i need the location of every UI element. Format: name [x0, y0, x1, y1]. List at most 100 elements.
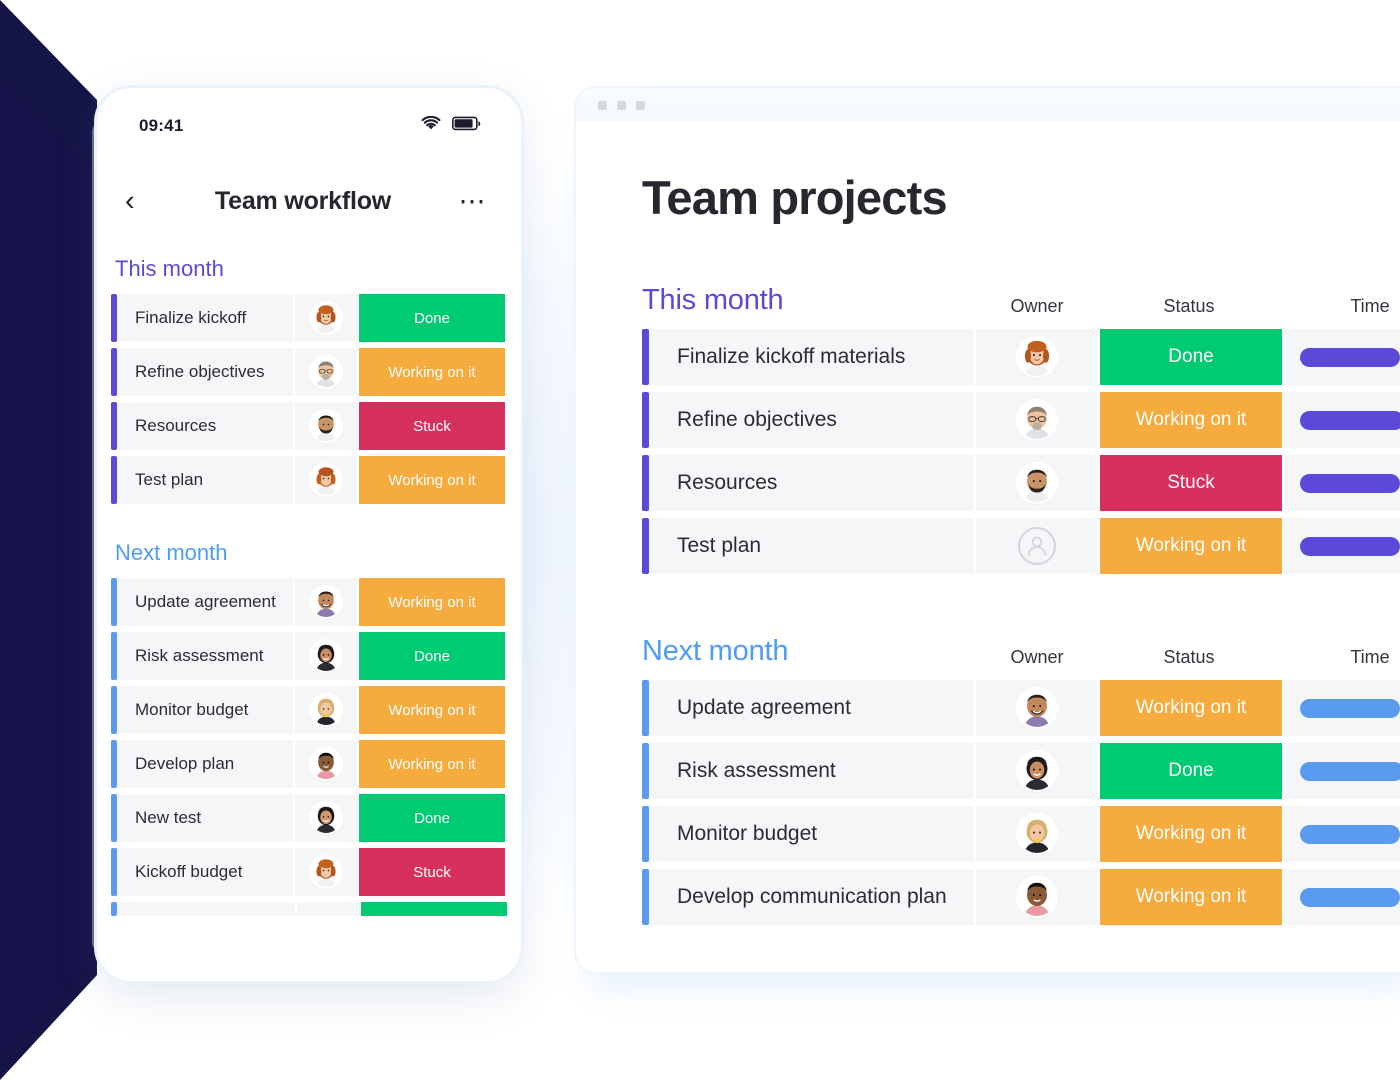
phone-status-bar: 09:41 [97, 88, 521, 164]
window-dot[interactable] [636, 100, 645, 110]
timeline-cell[interactable] [1282, 329, 1400, 385]
status-badge[interactable]: Done [1100, 743, 1282, 799]
owner-cell[interactable] [976, 329, 1100, 385]
task-name: Update agreement [649, 680, 976, 736]
timeline-cell[interactable] [1282, 743, 1400, 799]
table-row[interactable]: Monitor budget Working on it [642, 806, 1400, 862]
timeline-cell[interactable] [1282, 869, 1400, 925]
status-badge[interactable]: Working on it [359, 456, 505, 504]
avatar-man-pink-shirt [1018, 878, 1056, 916]
avatar-woman-dark-hair [1018, 752, 1056, 790]
table-row[interactable]: Refine objectives Working on it [642, 392, 1400, 448]
column-header-status: Status [1163, 647, 1215, 667]
list-item[interactable]: Resources Stuck [97, 402, 521, 450]
status-badge [361, 902, 507, 916]
avatar-woman-blonde [1018, 815, 1056, 853]
timeline-bar [1300, 698, 1400, 718]
list-item[interactable]: Update agreement Working on it [97, 578, 521, 626]
status-badge[interactable]: Done [359, 632, 505, 680]
group-title-next-month: Next month [642, 635, 789, 667]
status-badge[interactable]: Working on it [1100, 806, 1282, 862]
owner-cell[interactable] [295, 294, 359, 342]
list-item[interactable]: Monitor budget Working on it [97, 686, 521, 734]
column-header-time: Time [1350, 296, 1390, 316]
phone-section-title-next-month: Next month [115, 540, 228, 565]
task-name: Test plan [649, 518, 976, 574]
task-name: Finalize kickoff materials [649, 329, 976, 385]
task-name: Update agreement [117, 578, 295, 626]
task-name: Monitor budget [649, 806, 976, 862]
owner-cell[interactable] [976, 806, 1100, 862]
owner-cell[interactable] [976, 392, 1100, 448]
list-item[interactable]: Kickoff budget Stuck [97, 848, 521, 896]
status-badge[interactable]: Working on it [359, 686, 505, 734]
row-accent-bar [642, 743, 649, 799]
avatar-man-glasses [311, 357, 341, 387]
timeline-cell[interactable] [1282, 518, 1400, 574]
status-badge[interactable]: Working on it [1100, 680, 1282, 736]
list-item[interactable]: Test plan Working on it [97, 456, 521, 504]
table-row[interactable]: Develop communication plan Working on it [642, 869, 1400, 925]
status-badge[interactable]: Stuck [1100, 455, 1282, 511]
table-row[interactable]: Resources Stuck [642, 455, 1400, 511]
table-row[interactable]: Risk assessment Done [642, 743, 1400, 799]
status-badge[interactable]: Done [1100, 329, 1282, 385]
task-name: Finalize kickoff [117, 294, 295, 342]
task-name: New test [117, 794, 295, 842]
status-badge[interactable]: Working on it [1100, 869, 1282, 925]
owner-cell[interactable] [295, 848, 359, 896]
status-badge[interactable]: Done [359, 794, 505, 842]
column-header-status: Status [1163, 296, 1215, 316]
task-name: Develop plan [117, 740, 295, 788]
task-name: Refine objectives [649, 392, 976, 448]
wifi-icon [421, 115, 441, 136]
list-item[interactable]: Risk assessment Done [97, 632, 521, 680]
owner-cell[interactable] [295, 740, 359, 788]
list-item[interactable]: New test Done [97, 794, 521, 842]
owner-cell[interactable] [295, 402, 359, 450]
owner-cell[interactable] [295, 632, 359, 680]
page-title: Team projects [642, 171, 948, 224]
avatar-man-pink-shirt [311, 749, 341, 779]
more-options-icon[interactable]: ⋯ [447, 187, 487, 214]
timeline-cell[interactable] [1282, 455, 1400, 511]
owner-cell[interactable] [295, 456, 359, 504]
avatar-man-glasses [1018, 401, 1056, 439]
owner-cell[interactable] [976, 743, 1100, 799]
owner-cell[interactable] [295, 348, 359, 396]
status-badge[interactable]: Stuck [359, 848, 505, 896]
timeline-cell[interactable] [1282, 392, 1400, 448]
status-badge[interactable]: Working on it [1100, 518, 1282, 574]
table-row[interactable]: Test plan Working on it [642, 518, 1400, 574]
window-dot[interactable] [598, 100, 607, 110]
owner-cell[interactable] [976, 680, 1100, 736]
window-dot[interactable] [617, 100, 626, 110]
status-badge[interactable]: Stuck [359, 402, 505, 450]
list-item[interactable]: Refine objectives Working on it [97, 348, 521, 396]
list-item[interactable]: Finalize kickoff Done [97, 294, 521, 342]
stage: 09:41 ‹ Team workflow ⋯ This month Final… [0, 0, 1400, 1080]
owner-cell[interactable] [976, 518, 1100, 574]
timeline-bar [1300, 347, 1400, 367]
owner-cell[interactable] [295, 578, 359, 626]
table-row[interactable]: Finalize kickoff materials Done [642, 329, 1400, 385]
timeline-cell[interactable] [1282, 680, 1400, 736]
timeline-cell[interactable] [1282, 806, 1400, 862]
status-badge[interactable]: Working on it [359, 578, 505, 626]
list-item[interactable]: Develop plan Working on it [97, 740, 521, 788]
table-row[interactable]: Update agreement Working on it [642, 680, 1400, 736]
owner-cell[interactable] [976, 869, 1100, 925]
group-title-this-month: This month [642, 284, 784, 316]
avatar-woman-redhair [311, 857, 341, 887]
battery-icon [452, 116, 481, 136]
owner-cell[interactable] [295, 686, 359, 734]
chevron-left-icon[interactable]: ‹ [125, 186, 159, 216]
owner-cell[interactable] [295, 794, 359, 842]
status-badge[interactable]: Working on it [1100, 392, 1282, 448]
owner-cell[interactable] [976, 455, 1100, 511]
avatar-woman-redhair [1018, 338, 1056, 376]
task-name: Risk assessment [649, 743, 976, 799]
status-badge[interactable]: Done [359, 294, 505, 342]
status-badge[interactable]: Working on it [359, 348, 505, 396]
status-badge[interactable]: Working on it [359, 740, 505, 788]
